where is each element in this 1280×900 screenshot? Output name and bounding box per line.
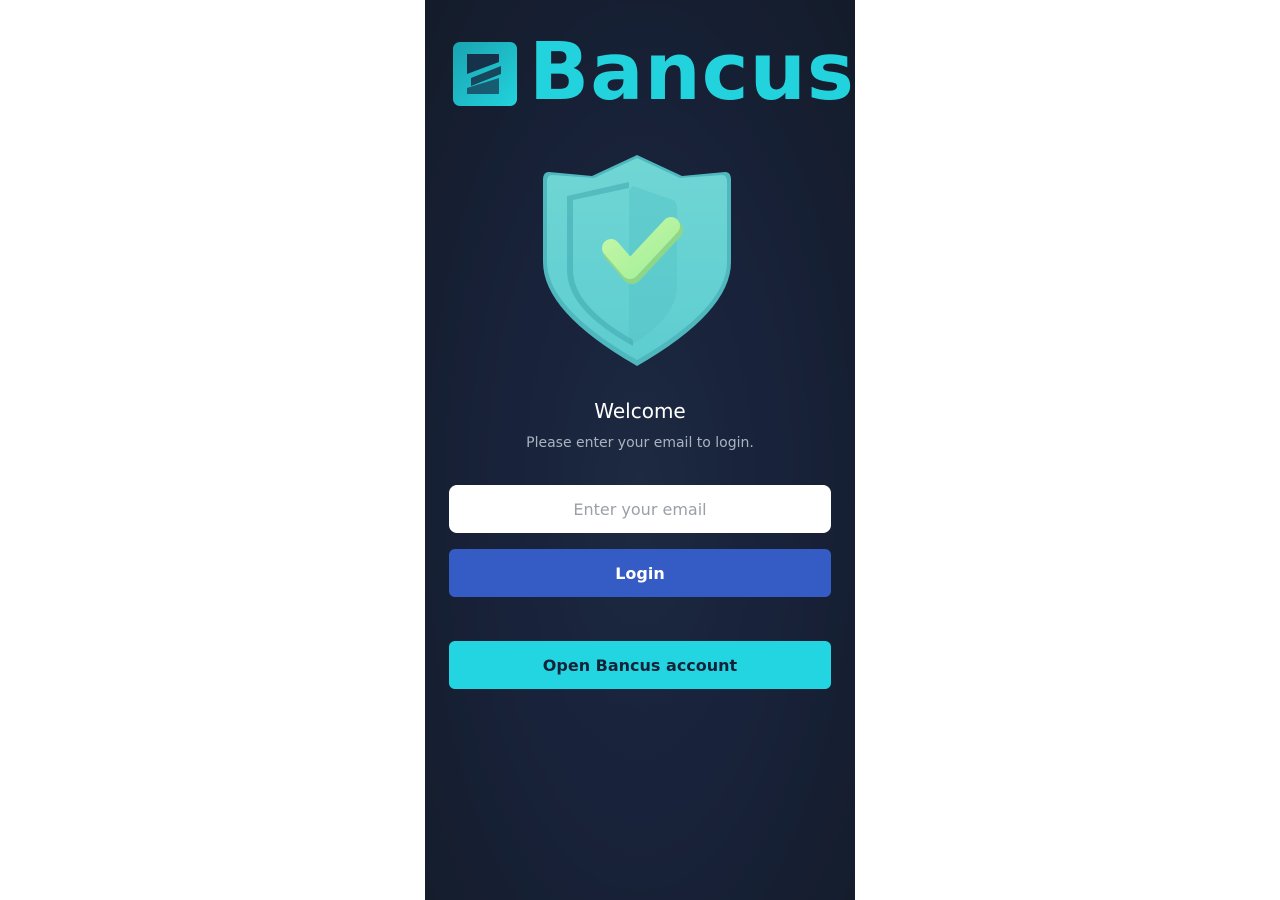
- open-account-button[interactable]: Open Bancus account: [449, 641, 831, 689]
- login-panel: Bancus Welcome Please enter your email t…: [425, 0, 855, 900]
- brand-name: Bancus: [529, 26, 855, 118]
- login-button[interactable]: Login: [449, 549, 831, 597]
- bancus-logo-mark-icon: [453, 42, 517, 106]
- email-input[interactable]: [449, 485, 831, 533]
- login-subtitle: Please enter your email to login.: [526, 435, 754, 451]
- open-account-button-label: Open Bancus account: [542, 655, 738, 675]
- shield-check-icon: [543, 155, 731, 366]
- brand-logo: Bancus: [453, 26, 854, 118]
- welcome-title: Welcome: [594, 399, 686, 423]
- login-button-label: Login: [615, 563, 665, 583]
